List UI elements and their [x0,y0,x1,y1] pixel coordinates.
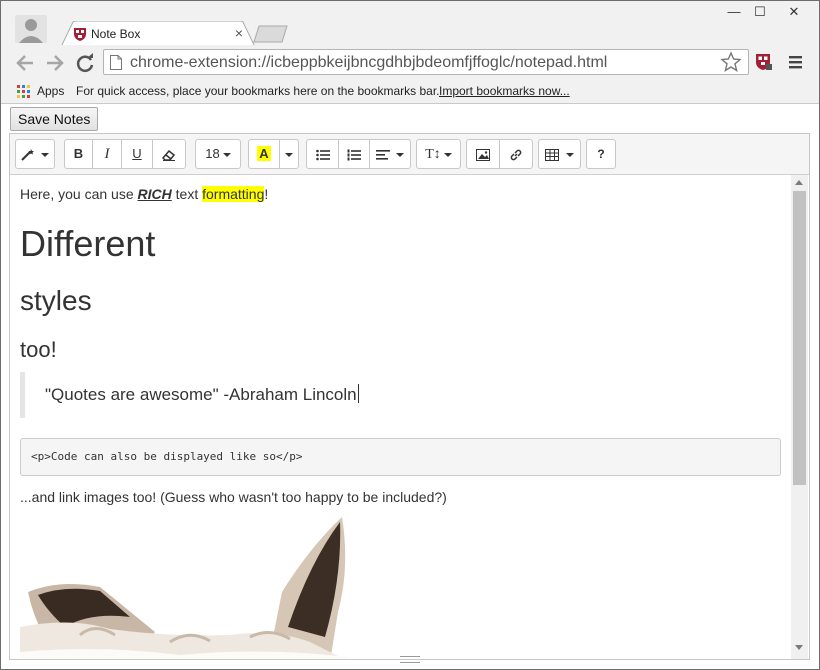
apps-grid-icon[interactable] [17,85,31,99]
hamburger-menu-icon[interactable] [787,53,805,71]
minimize-button[interactable]: — [721,3,747,21]
forward-arrow-icon[interactable] [43,51,67,75]
intro-text: Here, you can use [20,186,138,202]
browser-toolbar: chrome-extension://icbeppbkeijbncgdhbjbd… [1,45,819,81]
rich-word: RICH [137,186,172,202]
profile-avatar-icon[interactable] [15,15,47,47]
vertical-scrollbar[interactable] [791,175,808,659]
heading-1: Different [20,223,156,264]
align-dropdown[interactable] [369,139,411,169]
editor-content[interactable]: Here, you can use RICH text formatting! … [10,175,790,659]
maximize-button[interactable]: ☐ [747,3,773,21]
font-size-value: 18 [205,146,220,161]
underline-button[interactable]: U [121,139,153,169]
notepad-page: Save Notes B I U 18 A T↕ ? Here, you can… [1,104,819,669]
bold-button[interactable]: B [64,139,93,169]
scrollbar-thumb[interactable] [793,191,806,485]
bookmarks-hint: For quick access, place your bookmarks h… [76,84,440,98]
intro-end: ! [264,186,269,202]
active-tab[interactable]: Note Box × [61,21,255,47]
scroll-up-arrow-icon[interactable] [795,180,803,185]
tab-close-icon[interactable]: × [231,25,247,41]
blockquote: "Quotes are awesome" -Abraham Lincoln [20,372,780,418]
quote-text: "Quotes are awesome" -Abraham Lincoln [45,385,357,404]
code-text: <p>Code can also be displayed like so</p… [31,450,303,463]
text-height-icon: T↕ [425,147,441,162]
title-bar: Note Box × — ☐ ✕ [1,1,819,47]
text-cursor [357,384,359,403]
address-bar[interactable]: chrome-extension://icbeppbkeijbncgdhbjbd… [103,49,749,75]
import-bookmarks-link[interactable]: Import bookmarks now... [439,84,570,98]
extension-shield-icon[interactable] [755,53,773,71]
picture-icon[interactable] [466,139,500,169]
url-text[interactable]: chrome-extension://icbeppbkeijbncgdhbjbd… [130,54,607,72]
apps-link[interactable]: Apps [37,84,64,98]
help-button[interactable]: ? [586,139,616,169]
magic-wand-icon [20,146,39,161]
scroll-down-arrow-icon[interactable] [795,645,803,650]
table-icon [545,146,563,161]
new-tab-button[interactable] [253,25,289,43]
intro-mid: text [171,186,203,202]
back-arrow-icon[interactable] [13,51,37,75]
page-icon [110,55,122,70]
intro-paragraph: Here, you can use RICH text formatting! [20,186,268,202]
style-dropdown-button[interactable] [15,139,55,169]
highlighted-word: formatting [202,186,265,202]
eraser-icon[interactable] [152,139,186,169]
align-left-icon [375,146,394,161]
save-notes-button[interactable]: Save Notes [10,107,99,131]
bookmark-star-icon[interactable] [720,51,742,73]
numbered-list-icon[interactable] [338,139,370,169]
close-window-button[interactable]: ✕ [781,3,807,21]
tab-title: Note Box [91,27,141,41]
italic-button[interactable]: I [92,139,122,169]
editor-toolbar: B I U 18 A T↕ ? [10,134,809,175]
highlight-dropdown-caret[interactable] [279,139,299,169]
bullet-list-icon[interactable] [306,139,339,169]
grumpy-cat-image [20,517,350,659]
resize-grip-icon[interactable] [400,656,420,663]
highlight-color-button[interactable]: A [248,139,280,169]
shield-favicon-icon [73,27,87,41]
heading-3: too! [20,337,57,362]
reload-icon[interactable] [73,51,97,75]
rich-text-editor: B I U 18 A T↕ ? Here, you can use RICH t… [9,133,810,663]
code-block: <p>Code can also be displayed like so</p… [20,438,781,476]
browser-window: Note Box × — ☐ ✕ chrome-extension://icbe… [0,0,820,670]
table-dropdown[interactable] [538,139,581,169]
line-height-dropdown[interactable]: T↕ [416,139,461,169]
bookmarks-bar: Apps For quick access, place your bookma… [1,81,819,104]
font-size-dropdown[interactable]: 18 [195,139,241,169]
heading-2: styles [20,285,92,316]
link-icon[interactable] [499,139,533,169]
highlight-letter: A [257,146,271,161]
images-paragraph: ...and link images too! (Guess who wasn'… [20,489,447,505]
